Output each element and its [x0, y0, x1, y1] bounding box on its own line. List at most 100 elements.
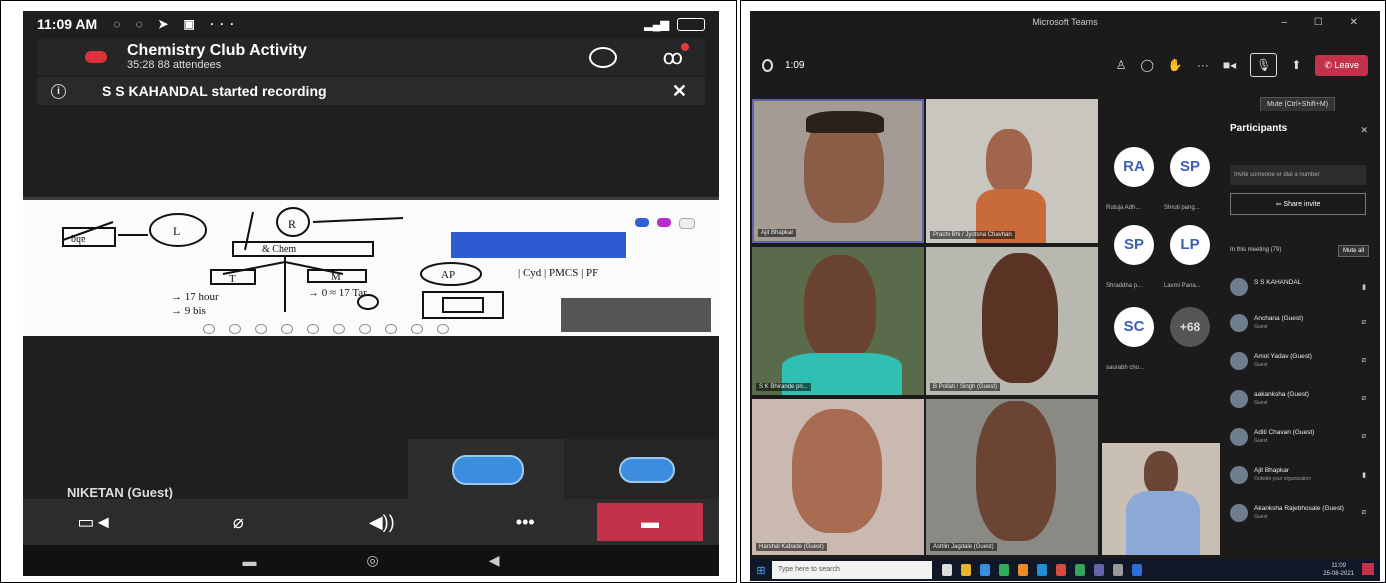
mic-off-icon: ⧄ [1361, 319, 1366, 326]
speaker-button[interactable]: ◀)) [310, 499, 454, 545]
task-view-icon[interactable] [942, 564, 952, 576]
participant-name: aakanksha (Guest) [1254, 391, 1309, 398]
participant-name: Anchana (Guest) [1254, 315, 1304, 322]
participant-name: Ajit Bhapkar [1254, 467, 1290, 474]
mute-all-button[interactable]: Mute all [1338, 245, 1370, 257]
roster-avatars: RA Rutuja Adh... SP Shruti pang... SP Sh… [1102, 111, 1222, 411]
roster-avatar[interactable]: SP [1114, 225, 1154, 265]
participant-sub: Guest [1254, 514, 1268, 520]
self-video-tile[interactable] [1102, 443, 1220, 555]
app-icon[interactable] [1075, 564, 1085, 576]
window-controls[interactable]: – ☐ ✕ [1282, 17, 1370, 28]
mic-off-icon: ⧄ [1361, 509, 1366, 516]
participants-badge [681, 43, 689, 51]
share-invite-button[interactable]: ⇦ Share invite [1230, 193, 1366, 215]
participant-name: S S KAHANDAL [1254, 279, 1302, 286]
call-header: Chemistry Club Activity 35:28 88 attende… [37, 39, 705, 75]
share-invite-label: Share invite [1283, 201, 1321, 208]
close-icon[interactable]: ✕ [672, 81, 687, 102]
app-icon[interactable] [1056, 564, 1066, 576]
home-icon[interactable]: ◎ [367, 552, 379, 569]
mic-tooltip: Mute (Ctrl+Shift+M) [1260, 97, 1336, 112]
roster-avatar[interactable]: RA [1114, 147, 1154, 187]
leave-button[interactable]: ✆ Leave [1315, 54, 1368, 76]
avatar [1230, 278, 1248, 296]
raise-hand-icon[interactable]: ✋ [1168, 58, 1183, 72]
wb-label-r: R [288, 217, 296, 231]
avatar-icon [452, 455, 524, 485]
participant-row[interactable]: aakanksha (Guest) Guest ⧄ [1230, 387, 1370, 413]
camera-off-button[interactable]: ▭◄ [23, 499, 167, 545]
more-icon: ••• [515, 511, 535, 532]
call-subtitle: 35:28 88 attendees [127, 59, 222, 71]
video-tile[interactable]: Ajit Bhapkar [752, 99, 924, 243]
mic-button[interactable]: 🎙 [1250, 53, 1278, 77]
window-titlebar: Microsoft Teams – ☐ ✕ [750, 11, 1380, 33]
roster-avatar[interactable]: SP [1170, 147, 1210, 187]
phone-screenshot-panel: 11:09 AM ◌ ◌ ➤ ▣ ··· ▂▄▆ Chemistry Club … [0, 0, 737, 583]
video-label: Ajit Bhapkar [758, 229, 797, 237]
edge-icon[interactable] [980, 564, 990, 576]
back-icon[interactable]: ◀ [489, 552, 500, 569]
file-explorer-icon[interactable] [961, 564, 971, 576]
in-meeting-section[interactable]: In this meeting (79) [1230, 247, 1281, 253]
shared-whiteboard: & Chem R L T M AP | Cyd | PMCS | PF → 17… [23, 197, 719, 336]
phone-screen: 11:09 AM ◌ ◌ ➤ ▣ ··· ▂▄▆ Chemistry Club … [23, 11, 719, 576]
roster-name: Laxmi Pana... [1164, 283, 1201, 289]
avatar [1230, 314, 1248, 332]
participant-row[interactable]: Amol Yadav (Guest) Guest ⧄ [1230, 349, 1370, 375]
notification-icons: ◌ ◌ ➤ ▣ ··· [113, 17, 241, 31]
people-icon[interactable]: ♙ [1116, 58, 1127, 72]
android-nav-bar: ▬ ◎ ◀ [23, 545, 719, 576]
app-icon[interactable] [1018, 564, 1028, 576]
participant-row[interactable]: Anchana (Guest) Guest ⧄ [1230, 311, 1370, 337]
whiteboard-toolbar[interactable] [203, 324, 533, 334]
roster-avatar[interactable]: SC [1114, 307, 1154, 347]
mic-off-button[interactable]: ⌀ [167, 499, 311, 545]
avatar [1230, 428, 1248, 446]
wb-scrawl-mid: → 0 ≈ 17 Tar [308, 287, 367, 299]
teams-icon[interactable] [1094, 564, 1104, 576]
browser-icon[interactable] [1037, 564, 1047, 576]
camera-off-icon: ▭◄ [77, 511, 113, 532]
end-call-button[interactable]: ▬ [597, 503, 703, 541]
close-panel-icon[interactable]: ✕ [1360, 125, 1368, 136]
teams-screenshot-panel: Microsoft Teams – ☐ ✕ 1:09 ♙ ◯ ✋ ··· ■◂ … [740, 0, 1386, 583]
taskbar-search[interactable]: Type here to search [772, 561, 932, 579]
participant-name: Aditi Chavan (Guest) [1254, 429, 1315, 436]
share-icon[interactable]: ⬆ [1291, 58, 1301, 72]
more-participants-avatar[interactable]: +68 [1170, 307, 1210, 347]
participant-name: Amol Yadav (Guest) [1254, 353, 1312, 360]
more-options-icon[interactable]: ··· [1197, 58, 1209, 72]
meeting-timer: 1:09 [785, 59, 805, 71]
video-tile[interactable]: Prachi Bhi / Jyotsna Chavhan [926, 99, 1098, 243]
participant-row[interactable]: Ajit Bhapkar Outside your organization ▮ [1230, 463, 1370, 489]
chat-icon[interactable] [589, 47, 617, 68]
video-label: Harshal Kabade (Guest) [756, 543, 827, 551]
camera-icon[interactable]: ■◂ [1223, 58, 1236, 72]
participant-tile-active[interactable] [408, 439, 564, 499]
roster-avatar[interactable]: LP [1170, 225, 1210, 265]
taskbar-apps [942, 564, 1142, 576]
participant-row[interactable]: Aditi Chavan (Guest) Guest ⧄ [1230, 425, 1370, 451]
chat-icon[interactable]: ◯ [1140, 58, 1153, 72]
video-tile[interactable]: B Pollati / Singh (Guest) [926, 247, 1098, 395]
recents-icon[interactable]: ▬ [243, 553, 257, 569]
participant-row[interactable]: S S KAHANDAL ▮ [1230, 275, 1370, 301]
notification-icon[interactable] [1362, 563, 1374, 575]
windows-start-icon[interactable]: ⊞ [750, 564, 772, 577]
participant-row[interactable]: Akanksha Rajebhosale (Guest) Guest ⧄ [1230, 501, 1370, 527]
app-icon[interactable] [1113, 564, 1123, 576]
video-tile[interactable]: S K Bhirande pri... [752, 247, 924, 395]
video-tile[interactable]: Ashlin Jagdale (Guest) [926, 399, 1098, 555]
whatsapp-icon[interactable] [999, 564, 1009, 576]
participants-icon[interactable]: ꝏ [663, 45, 683, 70]
mic-off-icon: ⧄ [1361, 395, 1366, 402]
word-icon[interactable] [1132, 564, 1142, 576]
status-time: 11:09 AM [37, 16, 98, 32]
invite-search-field[interactable]: Invite someone or dial a number [1230, 165, 1366, 185]
video-tile[interactable]: Harshal Kabade (Guest) [752, 399, 924, 555]
more-button[interactable]: ••• [454, 499, 598, 545]
participant-tile[interactable] [564, 439, 719, 499]
leave-label: Leave [1334, 59, 1359, 70]
